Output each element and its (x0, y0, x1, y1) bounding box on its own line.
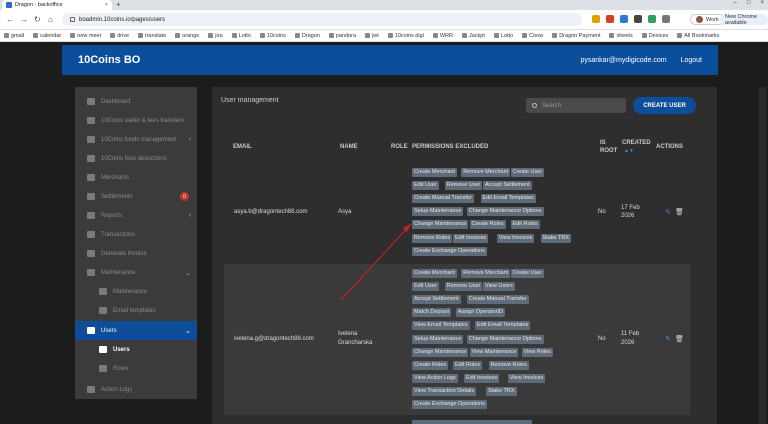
annotation-arrow (340, 223, 412, 301)
annotation-arrow-line (340, 223, 412, 301)
scrollbar[interactable] (759, 87, 766, 424)
